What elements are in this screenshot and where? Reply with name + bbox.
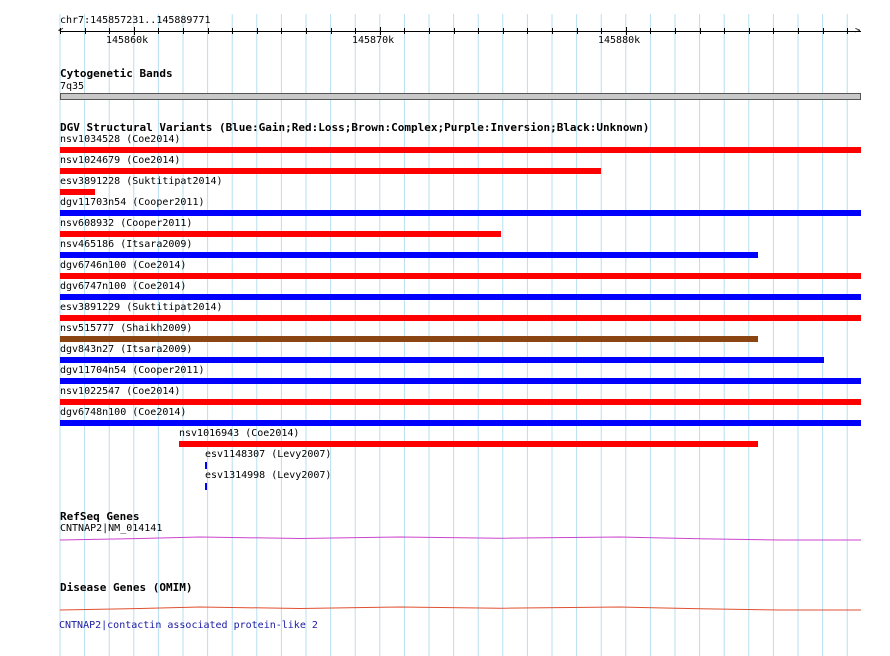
ruler-minor-tick — [724, 28, 726, 34]
variant-label[interactable]: nsv608932 (Cooper2011) — [60, 218, 192, 230]
ruler-minor-tick — [306, 28, 307, 34]
ruler-minor-tick — [355, 28, 357, 34]
variant-label[interactable]: esv3891228 (Suktitipat2014) — [60, 176, 223, 188]
ruler-minor-tick — [232, 28, 234, 34]
ruler-minor-tick — [748, 28, 750, 34]
ruler-tick-label: 145870k — [352, 35, 395, 46]
refseq-track-title: RefSeq Genes — [60, 510, 140, 523]
disease-track-title: Disease Genes (OMIM) — [60, 581, 193, 594]
ruler-left-arrow-icon: < — [58, 26, 64, 36]
variant-bar[interactable] — [60, 273, 861, 279]
variant-label[interactable]: nsv515777 (Shaikh2009) — [60, 323, 192, 335]
disease-gene-feature[interactable] — [0, 600, 890, 620]
ruler-minor-tick — [527, 28, 529, 34]
variant-bar[interactable] — [60, 378, 861, 384]
ruler-minor-tick — [847, 28, 849, 34]
refseq-gene-feature[interactable] — [0, 530, 890, 550]
variant-bar[interactable] — [60, 231, 501, 237]
variant-label[interactable]: dgv11704n54 (Cooper2011) — [60, 365, 205, 377]
variant-bar[interactable] — [205, 483, 207, 490]
variant-label[interactable]: nsv1034528 (Coe2014) — [60, 134, 180, 146]
ruler-axis — [60, 31, 861, 32]
variant-bar[interactable] — [60, 399, 861, 405]
variant-label[interactable]: dgv11703n54 (Cooper2011) — [60, 197, 205, 209]
variant-label[interactable]: dgv6748n100 (Coe2014) — [60, 407, 186, 419]
ruler-minor-tick — [478, 28, 480, 34]
variant-label[interactable]: nsv1022547 (Coe2014) — [60, 386, 180, 398]
disease-gene-link[interactable]: CNTNAP2|contactin associated protein-lik… — [59, 620, 318, 632]
ruler-minor-tick — [650, 28, 652, 34]
variant-bar[interactable] — [60, 189, 95, 195]
variant-label[interactable]: esv3891229 (Suktitipat2014) — [60, 302, 223, 314]
ruler-minor-tick — [256, 28, 258, 34]
cytoband-track-title: Cytogenetic Bands — [60, 67, 173, 80]
ruler-minor-tick — [183, 28, 184, 34]
variant-bar[interactable] — [179, 441, 758, 447]
ruler-minor-tick — [429, 28, 430, 34]
ruler-right-arrow-icon: > — [855, 26, 861, 36]
variant-label[interactable]: dgv6747n100 (Coe2014) — [60, 281, 186, 293]
variant-label[interactable]: esv1148307 (Levy2007) — [205, 449, 331, 461]
variant-bar[interactable] — [60, 147, 861, 153]
ruler-major-tick — [133, 27, 135, 35]
location-label: chr7:145857231..145889771 — [60, 15, 211, 26]
ruler-minor-tick — [207, 28, 209, 34]
cytoband-label: 7q35 — [60, 81, 85, 92]
ruler-major-tick — [625, 27, 627, 35]
ruler-minor-tick — [158, 28, 160, 34]
ruler-minor-tick — [404, 28, 406, 34]
variant-bar[interactable] — [205, 462, 207, 469]
variant-label[interactable]: nsv1016943 (Coe2014) — [179, 428, 299, 440]
ruler-minor-tick — [84, 28, 86, 34]
variant-bar[interactable] — [60, 357, 824, 363]
ruler-minor-tick — [453, 28, 455, 34]
ruler-minor-tick — [822, 28, 824, 34]
variant-bar[interactable] — [60, 315, 861, 321]
variant-bar[interactable] — [60, 252, 758, 258]
variant-bar[interactable] — [60, 168, 601, 174]
ruler-minor-tick — [502, 28, 504, 34]
ruler-minor-tick — [773, 28, 775, 34]
ruler-minor-tick — [798, 28, 799, 34]
variant-label[interactable]: nsv465186 (Itsara2009) — [60, 239, 192, 251]
ruler-minor-tick — [601, 28, 603, 34]
variant-label[interactable]: dgv843n27 (Itsara2009) — [60, 344, 192, 356]
ruler-minor-tick — [281, 28, 283, 34]
variant-bar[interactable] — [60, 420, 861, 426]
ruler-tick-label: 145880k — [598, 35, 641, 46]
ruler-tick-label: 145860k — [106, 35, 149, 46]
dgv-track-title: DGV Structural Variants (Blue:Gain;Red:L… — [60, 121, 650, 134]
ruler-minor-tick — [675, 28, 676, 34]
variant-label[interactable]: nsv1024679 (Coe2014) — [60, 155, 180, 167]
ruler-minor-tick — [552, 28, 553, 34]
ruler-major-tick — [379, 27, 381, 35]
variant-label[interactable]: dgv6746n100 (Coe2014) — [60, 260, 186, 272]
ruler-minor-tick — [109, 28, 111, 34]
variant-bar[interactable] — [60, 210, 861, 216]
ruler-minor-tick — [699, 28, 701, 34]
variant-bar[interactable] — [60, 336, 758, 342]
variant-label[interactable]: esv1314998 (Levy2007) — [205, 470, 331, 482]
cytoband-bar[interactable] — [60, 93, 861, 100]
ruler-minor-tick — [330, 28, 332, 34]
variant-bar[interactable] — [60, 294, 861, 300]
ruler-minor-tick — [576, 28, 578, 34]
